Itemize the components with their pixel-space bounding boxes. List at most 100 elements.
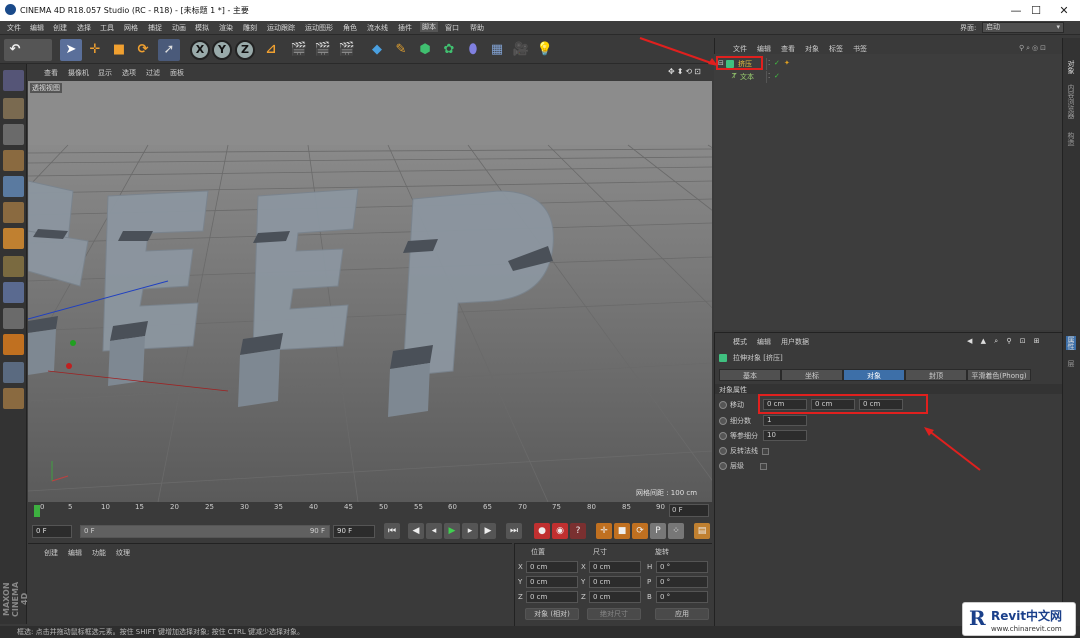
lock-mode-button[interactable] — [3, 388, 24, 409]
attr-nav-icons[interactable]: ◀ ▲ ⌕ ⚲ ⊡ ⊞ — [967, 337, 1043, 346]
size-mode-select[interactable]: 绝对尺寸 — [587, 608, 641, 620]
subdivision-button[interactable]: ⬢ — [414, 39, 436, 61]
grid-mode-button[interactable] — [3, 362, 24, 383]
viewport-menu-panel[interactable]: 面板 — [170, 68, 184, 78]
points-mode-button[interactable] — [3, 176, 24, 197]
rotate-tool-button[interactable]: ⟳ — [132, 39, 154, 61]
pla-key-button[interactable]: ⁘ — [668, 523, 684, 539]
rotation-b-input[interactable]: 0 ° — [656, 591, 708, 603]
apply-button[interactable]: 应用 — [655, 608, 709, 620]
menu-window[interactable]: 窗口 — [445, 23, 459, 33]
deformer-button[interactable]: ⬮ — [462, 39, 484, 61]
side-tab-structure[interactable]: 构造 — [1066, 132, 1076, 146]
edges-mode-button[interactable] — [3, 202, 24, 223]
menu-animate[interactable]: 动画 — [172, 23, 186, 33]
current-frame-field[interactable]: 0 F — [669, 504, 709, 517]
checkmark-icon[interactable]: ✓ — [774, 59, 780, 67]
make-editable-button[interactable] — [3, 70, 24, 91]
prev-frame-button[interactable]: ◂ — [426, 523, 442, 539]
animate-radio[interactable] — [719, 417, 727, 425]
side-tab-content-browser[interactable]: 内容浏览器 — [1066, 84, 1076, 119]
material-menu-edit[interactable]: 编辑 — [68, 548, 82, 558]
render-settings-button[interactable]: 🎬 — [336, 39, 358, 61]
position-x-input[interactable]: 0 cm — [526, 561, 578, 573]
frame-range-slider[interactable]: 0 F 90 F — [80, 525, 330, 538]
menu-select[interactable]: 选择 — [77, 23, 91, 33]
side-tab-objects[interactable]: 对象 — [1066, 60, 1076, 74]
animate-radio[interactable] — [719, 447, 727, 455]
menu-help[interactable]: 帮助 — [470, 23, 484, 33]
attr-menu-mode[interactable]: 模式 — [733, 337, 747, 347]
menu-file[interactable]: 文件 — [7, 23, 21, 33]
timeline-ruler[interactable]: 0 5 10 15 20 25 30 35 40 45 50 55 60 65 … — [28, 503, 712, 519]
tab-coord[interactable]: 坐标 — [781, 369, 843, 381]
side-tab-layers[interactable]: 层 — [1066, 360, 1076, 367]
scale-tool-button[interactable]: ■ — [108, 39, 130, 61]
objmgr-menu-file[interactable]: 文件 — [733, 44, 747, 54]
viewport-nav-icons[interactable]: ✥⬍⟲⊡ — [668, 67, 703, 76]
menu-script[interactable]: 脚本 — [420, 22, 438, 32]
texture-mode-button[interactable] — [3, 124, 24, 145]
timeline-window-button[interactable]: ▤ — [694, 523, 710, 539]
flip-checkbox[interactable] — [762, 447, 770, 455]
max-frame-input[interactable]: 90 F — [333, 525, 375, 538]
menu-tools[interactable]: 工具 — [100, 23, 114, 33]
z-axis-toggle[interactable]: Z — [235, 40, 255, 60]
camera-button[interactable]: 🎥 — [510, 39, 532, 61]
material-menu-texture[interactable]: 纹理 — [116, 548, 130, 558]
workplane-button[interactable] — [3, 150, 24, 171]
model-mode-button[interactable] — [3, 98, 24, 119]
next-key-button[interactable]: ▶ — [480, 523, 496, 539]
menu-simulate[interactable]: 模拟 — [195, 23, 209, 33]
interface-select[interactable]: 启动 ▾ — [982, 22, 1064, 33]
menu-character[interactable]: 角色 — [343, 23, 357, 33]
parameter-key-button[interactable]: P — [650, 523, 666, 539]
objmgr-menu-edit[interactable]: 编辑 — [757, 44, 771, 54]
x-axis-toggle[interactable]: X — [190, 40, 210, 60]
array-button[interactable]: ✿ — [438, 39, 460, 61]
tab-caps[interactable]: 封顶 — [905, 369, 967, 381]
undo-button[interactable]: ↶ — [4, 39, 52, 61]
objmgr-menu-objects[interactable]: 对象 — [805, 44, 819, 54]
coord-mode-select[interactable]: 对象 (相对) — [525, 608, 579, 620]
prev-key-button[interactable]: ◀ — [408, 523, 424, 539]
size-z-input[interactable]: 0 cm — [589, 591, 641, 603]
recent-tool-button[interactable]: ➚ — [158, 39, 180, 61]
floor-button[interactable]: ▦ — [486, 39, 508, 61]
tag-icon[interactable]: ✦ — [784, 59, 790, 67]
record-button[interactable]: ● — [534, 523, 550, 539]
size-y-input[interactable]: 0 cm — [589, 576, 641, 588]
objmgr-menu-tags[interactable]: 标签 — [829, 44, 843, 54]
viewport-menu-options[interactable]: 选项 — [122, 68, 136, 78]
keyframe-selection-button[interactable]: ? — [570, 523, 586, 539]
menu-sculpt[interactable]: 雕刻 — [243, 23, 257, 33]
menu-edit[interactable]: 编辑 — [30, 23, 44, 33]
play-button[interactable]: ▶ — [444, 523, 460, 539]
light-button[interactable]: 💡 — [534, 39, 556, 61]
current-frame-input[interactable]: 0 F — [32, 525, 72, 538]
menu-mesh[interactable]: 网格 — [124, 23, 138, 33]
autokey-button[interactable]: ◉ — [552, 523, 568, 539]
tab-basic[interactable]: 基本 — [719, 369, 781, 381]
object-row-extrude[interactable]: ⊟ 挤压 ⁚ ✓ ✦ — [714, 58, 1062, 70]
material-menu-function[interactable]: 功能 — [92, 548, 106, 558]
magnet-button[interactable] — [3, 334, 24, 355]
objmgr-menu-bookmarks[interactable]: 书签 — [853, 44, 867, 54]
y-axis-toggle[interactable]: Y — [212, 40, 232, 60]
cube-button[interactable]: ◆ — [366, 39, 388, 61]
visibility-dots-icon[interactable]: ⁚ — [768, 72, 770, 80]
iso-input[interactable]: 10 — [763, 430, 807, 441]
render-picture-button[interactable]: 🎬 — [312, 39, 334, 61]
coordinate-system-button[interactable]: ⊿ — [260, 39, 282, 61]
animate-radio[interactable] — [719, 462, 727, 470]
material-menu-create[interactable]: 创建 — [44, 548, 58, 558]
objmgr-tool-icons[interactable]: ⚲⌕◎⊡ — [1019, 44, 1048, 53]
live-select-button[interactable]: ➤ — [60, 39, 82, 61]
side-tab-attributes[interactable]: 属性 — [1066, 336, 1076, 350]
animate-radio[interactable] — [719, 401, 727, 409]
axis-mode-button[interactable] — [3, 256, 24, 277]
viewport-menu-filter[interactable]: 过滤 — [146, 68, 160, 78]
move-tool-button[interactable]: ✛ — [84, 39, 106, 61]
checkmark-icon[interactable]: ✓ — [774, 72, 780, 80]
menu-plugins[interactable]: 插件 — [398, 23, 412, 33]
